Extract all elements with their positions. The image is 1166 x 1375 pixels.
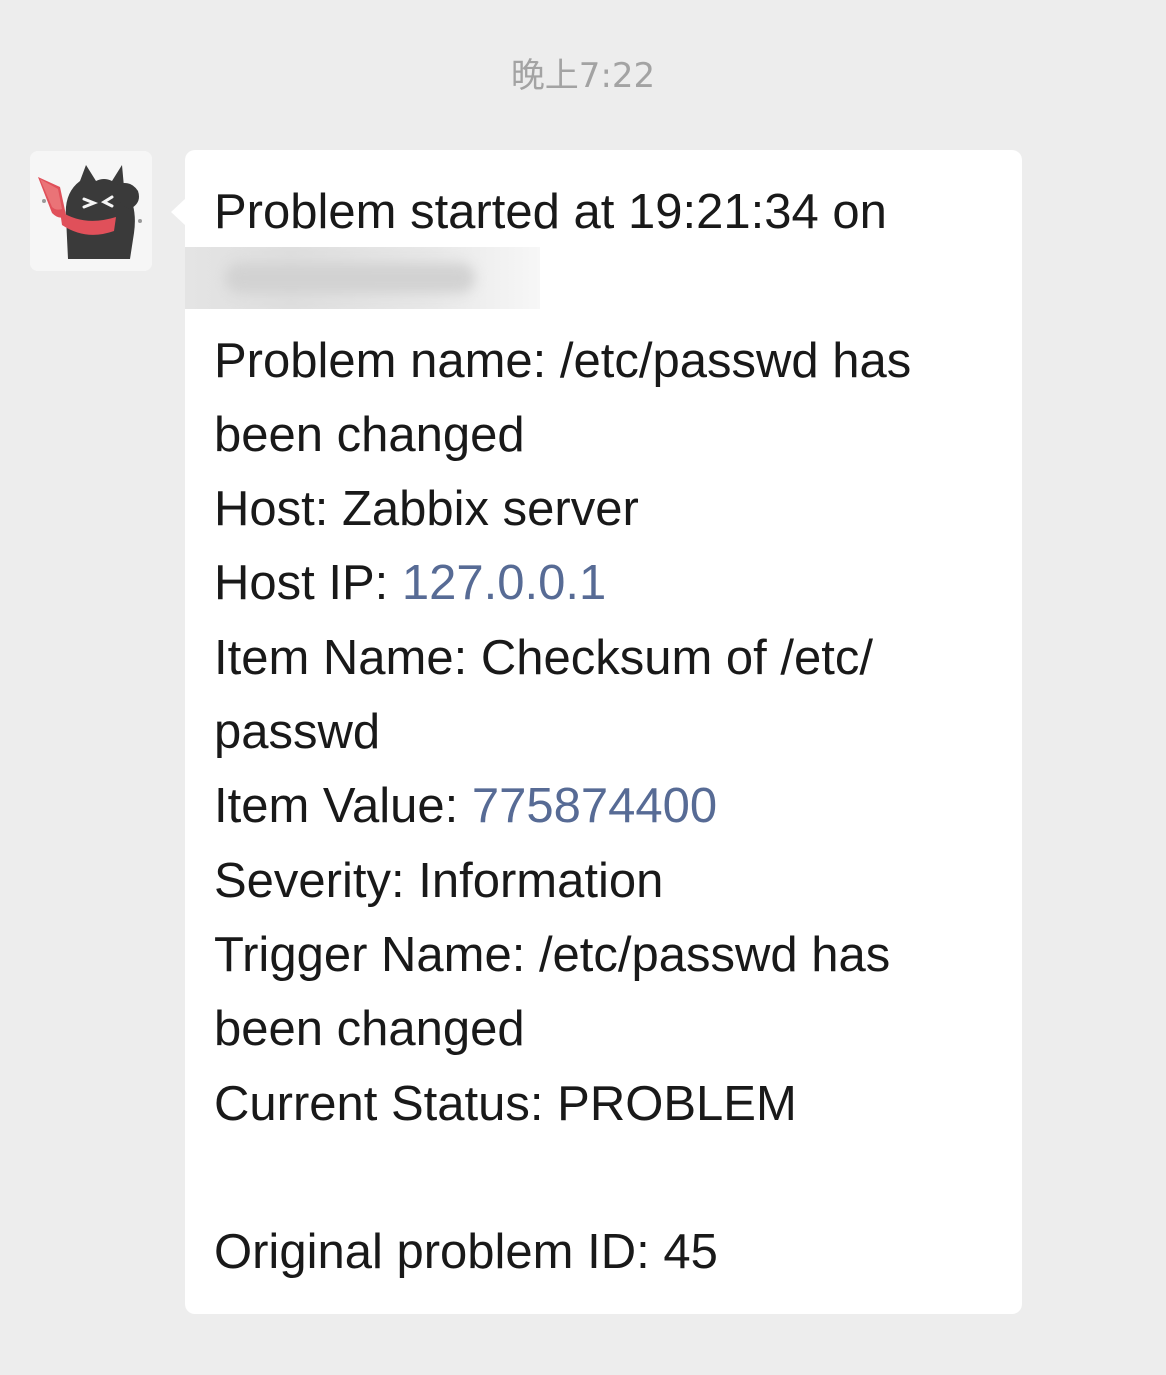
sender-avatar[interactable] <box>30 151 152 271</box>
problem-started-line: Problem started at 19:21:34 on <box>214 185 887 239</box>
trigger-name-label: Trigger Name: <box>214 927 539 982</box>
item-value-label: Item Value: <box>214 779 472 834</box>
host-line: Host: Zabbix server <box>214 472 1014 546</box>
message-bubble[interactable]: Problem started at 19:21:34 on Problem n… <box>185 150 1022 1314</box>
trigger-name-continued: been changed <box>214 1002 525 1057</box>
severity-label: Severity: <box>214 853 419 908</box>
trigger-name-line: Trigger Name: /etc/passwd has <box>214 918 1014 992</box>
host-ip-line: Host IP: 127.0.0.1 <box>214 546 1014 620</box>
host-ip-label: Host IP: <box>214 556 402 611</box>
message-timestamp: 晚上7:22 <box>510 56 656 96</box>
problem-name-value: /etc/passwd has <box>559 333 912 388</box>
bubble-tail <box>171 198 186 226</box>
severity-line: Severity: Information <box>214 844 1014 918</box>
status-value: PROBLEM <box>557 1076 797 1131</box>
redacted-line-spacer <box>214 249 1014 323</box>
trigger-name-value: /etc/passwd has <box>538 927 891 982</box>
problem-name-continued: been changed <box>214 407 525 462</box>
problem-name-label: Problem name: <box>214 333 560 388</box>
cartoon-cat-avatar-icon <box>30 151 152 271</box>
status-line: Current Status: PROBLEM <box>214 1067 1014 1141</box>
host-value: Zabbix server <box>341 482 639 537</box>
original-id-line: Original problem ID: 45 <box>214 1215 1014 1289</box>
item-name-line: Item Name: Checksum of /etc/ <box>214 621 1014 695</box>
original-id-value: 45 <box>663 1225 718 1280</box>
item-name-continued: passwd <box>214 705 381 760</box>
item-value-line: Item Value: 775874400 <box>214 769 1014 843</box>
problem-name-line: Problem name: /etc/passwd has <box>214 324 1014 398</box>
severity-value: Information <box>418 853 664 908</box>
host-ip-link[interactable]: 127.0.0.1 <box>402 556 606 610</box>
message-text: Problem started at 19:21:34 on Problem n… <box>214 175 1014 1289</box>
item-name-label: Item Name: <box>214 630 481 685</box>
item-value-link[interactable]: 775874400 <box>472 779 717 833</box>
host-label: Host: <box>214 482 342 537</box>
status-label: Current Status: <box>214 1076 558 1131</box>
item-name-value: Checksum of /etc/ <box>480 630 874 685</box>
original-id-label: Original problem ID: <box>214 1225 664 1280</box>
